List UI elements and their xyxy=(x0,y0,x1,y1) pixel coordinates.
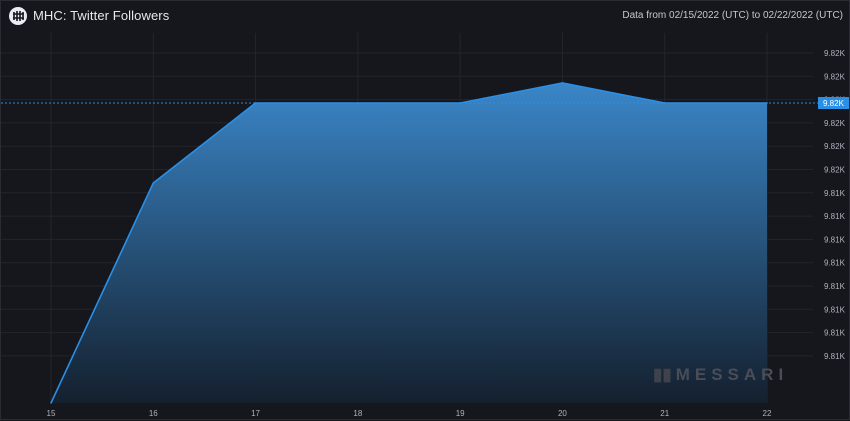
y-tick-label: 9.82K xyxy=(824,72,846,81)
x-tick-label: 22 xyxy=(763,409,772,418)
current-value-label: 9.82K xyxy=(823,99,845,108)
y-tick-label: 9.81K xyxy=(824,212,846,221)
x-tick-label: 15 xyxy=(47,409,56,418)
x-tick-label: 18 xyxy=(353,409,362,418)
y-tick-label: 9.81K xyxy=(824,329,846,338)
y-tick-label: 9.81K xyxy=(824,282,846,291)
y-tick-label: 9.82K xyxy=(824,142,846,151)
chart-plot: 15 16 17 18 19 20 21 22 9.82K 9.82K 9.82K 9.82K 9.8… xyxy=(1,33,849,418)
y-tick-label: 9.81K xyxy=(824,352,846,361)
area-fill xyxy=(51,83,767,403)
chart-card: MHC: Twitter Followers Data from 02/15/2… xyxy=(0,0,850,420)
x-tick-label: 20 xyxy=(558,409,567,418)
y-tick-label: 9.82K xyxy=(824,119,846,128)
y-tick-label: 9.81K xyxy=(824,189,846,198)
y-tick-label: 9.82K xyxy=(824,49,846,58)
messari-watermark: ▮▮ MESSARI xyxy=(653,365,788,385)
y-tick-label: 9.81K xyxy=(824,235,846,244)
watermark-text: MESSARI xyxy=(675,365,789,384)
y-tick-label: 9.81K xyxy=(824,305,846,314)
data-point xyxy=(152,182,155,184)
x-tick-label: 21 xyxy=(660,409,669,418)
x-tick-label: 16 xyxy=(149,409,158,418)
x-tick-label: 19 xyxy=(456,409,465,418)
x-tick-label: 17 xyxy=(251,409,260,418)
y-tick-label: 9.81K xyxy=(824,259,846,268)
watermark-bars-icon: ▮▮ xyxy=(653,365,672,384)
data-point xyxy=(50,402,52,404)
data-point xyxy=(459,102,461,104)
data-point xyxy=(561,82,564,84)
y-tick-label: 9.82K xyxy=(824,166,846,175)
data-point xyxy=(254,102,257,104)
